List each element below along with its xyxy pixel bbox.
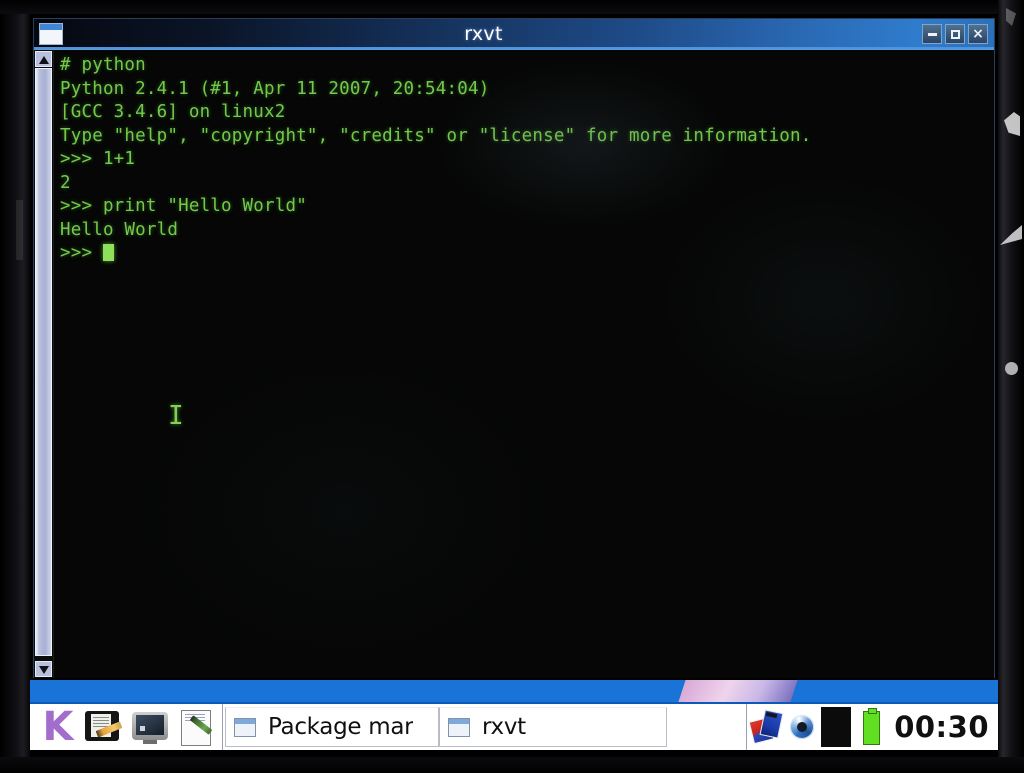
bezel-glare: [16, 200, 23, 260]
screen-glare: [134, 350, 554, 670]
taskbar-window-list: Package mar rxvt: [223, 704, 746, 750]
terminal-body: # python Python 2.4.1 (#1, Apr 11 2007, …: [34, 50, 994, 678]
kde-menu-launcher[interactable]: K: [36, 706, 80, 748]
close-button[interactable]: ×: [968, 24, 988, 44]
task-label: rxvt: [482, 714, 526, 740]
window-icon: [234, 717, 256, 737]
window-menu-icon[interactable]: [39, 23, 63, 45]
terminal-prompt-line: >>>: [60, 242, 994, 266]
terminal-screen[interactable]: # python Python 2.4.1 (#1, Apr 11 2007, …: [54, 50, 994, 678]
minimize-button[interactable]: [922, 24, 942, 44]
task-package-manager[interactable]: Package mar: [225, 707, 439, 747]
text-editor-launcher[interactable]: [174, 706, 218, 748]
system-tray: 00:30: [746, 704, 998, 750]
mouse-ibeam-cursor: I: [168, 401, 184, 431]
scroll-down-arrow[interactable]: [35, 661, 52, 677]
blank-tray-icon[interactable]: [821, 707, 852, 747]
window-titlebar[interactable]: rxvt ×: [34, 19, 994, 50]
terminal-launcher[interactable]: [128, 706, 172, 748]
terminal-line: >>> 1+1: [60, 149, 136, 169]
scroll-thumb[interactable]: [35, 68, 52, 656]
device-bezel-left: [0, 0, 30, 773]
battery-tray-icon[interactable]: [853, 707, 887, 747]
terminal-line: 2: [60, 172, 71, 193]
maximize-button[interactable]: [945, 24, 965, 44]
task-label: Package mar: [268, 714, 414, 740]
desktop-wallpaper-shape: [677, 680, 799, 702]
terminal-line: Type "help", "copyright", "credits" or "…: [60, 125, 812, 146]
terminal-line: Python 2.4.1 (#1, Apr 11 2007, 20:54:04): [60, 78, 490, 99]
network-tray-icon[interactable]: [785, 707, 819, 747]
window-icon: [448, 717, 470, 737]
battery-icon: [863, 708, 881, 745]
terminal-prompt: >>>: [60, 243, 103, 263]
minimize-icon: [927, 32, 937, 36]
terminal-line: >>> print "Hello World": [60, 196, 307, 216]
taskbar-clock[interactable]: 00:30: [889, 705, 996, 749]
scroll-up-arrow[interactable]: [35, 51, 52, 67]
k-logo-icon: K: [42, 704, 74, 750]
package-updates-tray-icon[interactable]: [748, 707, 784, 747]
taskbar-launcher-area: K: [30, 704, 223, 750]
document-lines-icon: [185, 714, 205, 715]
window-buttons: ×: [922, 24, 988, 44]
terminal-line: [GCC 3.4.6] on linux2: [60, 102, 286, 122]
terminal-cursor: [102, 244, 114, 261]
device-screen: rxvt × # python Python 2.4.1 (#1, Apr 11…: [30, 14, 998, 757]
triangle-down-icon: [39, 666, 49, 674]
screen-bottom-edge: [30, 750, 998, 757]
paint-lines-icon: [93, 717, 109, 718]
terminal-scrollbar[interactable]: [34, 50, 54, 678]
device-bezel-top: [0, 0, 1024, 14]
network-swirl-icon: [790, 715, 815, 739]
device-photo-frame: rxvt × # python Python 2.4.1 (#1, Apr 11…: [0, 0, 1024, 773]
taskbar: K Package mar rxvt 00:30: [30, 702, 998, 750]
monitor-stand-icon: [143, 740, 157, 744]
terminal-line: # python: [60, 55, 146, 75]
close-icon: ×: [972, 26, 984, 42]
task-rxvt[interactable]: rxvt: [439, 707, 667, 747]
rxvt-window[interactable]: rxvt × # python Python 2.4.1 (#1, Apr 11…: [33, 18, 995, 678]
bezel-glare: [1005, 362, 1018, 375]
image-editor-launcher[interactable]: [82, 706, 126, 748]
maximize-icon: [950, 29, 960, 39]
terminal-line: Hello World: [60, 219, 179, 240]
window-title: rxvt: [464, 23, 503, 45]
desktop-background-strip: [30, 680, 998, 702]
triangle-up-icon: [39, 56, 49, 64]
device-bezel-bottom: [0, 757, 1024, 773]
monitor-screen-icon: [136, 715, 164, 735]
monitor-indicator-icon: [140, 726, 145, 731]
